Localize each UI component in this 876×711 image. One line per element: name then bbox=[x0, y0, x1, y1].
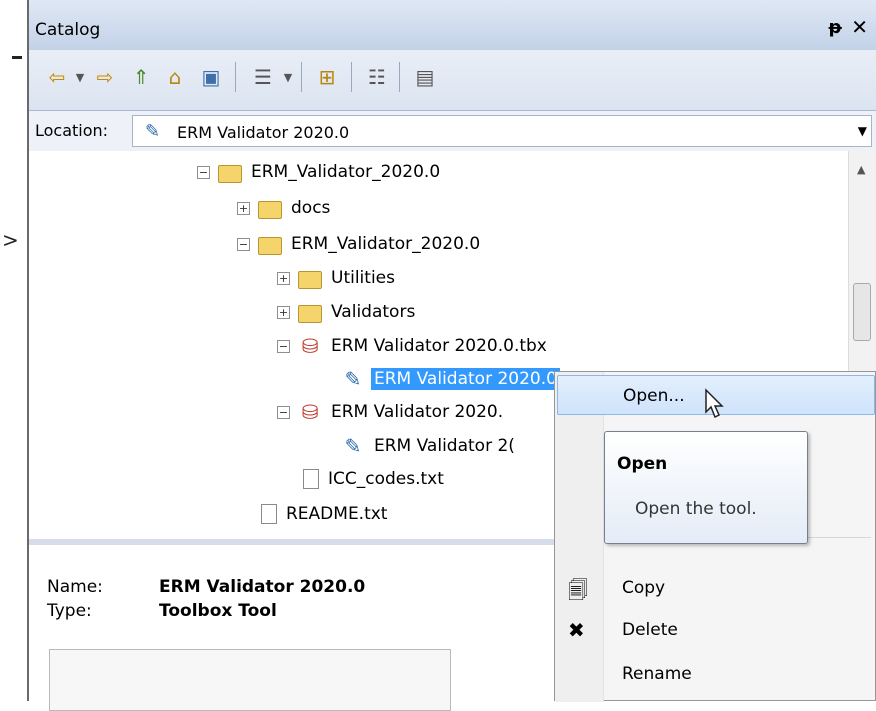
window-title: Catalog bbox=[35, 20, 101, 40]
tree-node-label: README.txt bbox=[286, 504, 388, 524]
menu-tooltip: Open Open the tool. bbox=[604, 431, 808, 544]
tree-node-label: ERM Validator 2020.0 bbox=[371, 368, 560, 390]
forward-arrow-icon[interactable]: ⇨ bbox=[91, 62, 119, 92]
new-folder-icon[interactable]: ⊞ bbox=[313, 62, 341, 92]
location-label: Location: bbox=[35, 121, 109, 140]
toolbox-icon: ⛁ bbox=[301, 400, 319, 424]
expand-icon[interactable]: + bbox=[277, 305, 290, 319]
connect-folder-icon[interactable]: ▣ bbox=[197, 62, 225, 92]
chevron-down-icon[interactable]: ▼ bbox=[858, 124, 867, 138]
expand-icon[interactable]: + bbox=[277, 271, 290, 285]
tree-node-folder[interactable]: + Utilities bbox=[277, 263, 398, 293]
tree-node-file[interactable]: ICC_codes.txt bbox=[299, 464, 447, 494]
tree-node-label: ERM Validator 2( bbox=[374, 436, 515, 456]
tree-node-label: ERM Validator 2020.0.tbx bbox=[331, 336, 547, 356]
toolbar-separator bbox=[301, 62, 302, 92]
toolbar-separator bbox=[399, 62, 400, 92]
tree-node-toolbox[interactable]: − ⛁ ERM Validator 2020.0.tbx bbox=[277, 331, 550, 361]
toolbar-separator bbox=[235, 62, 236, 92]
tree-node-tool[interactable]: ✎ ERM Validator 2020.0 bbox=[341, 364, 560, 394]
back-dropdown-icon[interactable]: ▼ bbox=[73, 62, 87, 92]
text-file-icon bbox=[261, 504, 277, 524]
tree-node-file[interactable]: README.txt bbox=[257, 499, 390, 529]
pin-icon[interactable]: ᵽ bbox=[829, 17, 842, 38]
up-folder-icon[interactable]: ⇑ bbox=[127, 62, 155, 92]
close-icon[interactable]: ✕ bbox=[851, 15, 868, 39]
menu-item-label: Open... bbox=[623, 386, 685, 406]
background-window-edge: > bbox=[0, 0, 27, 701]
expand-icon[interactable]: + bbox=[237, 201, 250, 215]
tool-icon: ✎ bbox=[344, 434, 362, 458]
preview-thumbnail bbox=[49, 649, 451, 711]
tree-node-folder[interactable]: + Validators bbox=[277, 297, 418, 327]
collapse-icon[interactable]: − bbox=[277, 405, 290, 419]
toolbar: ⇦ ▼ ⇨ ⇑ ⌂ ▣ ☰ ▼ ⊞ ☷ ▤ bbox=[29, 50, 876, 111]
tree-node-label: ICC_codes.txt bbox=[328, 469, 444, 489]
tree-node-folder[interactable]: − ERM_Validator_2020.0 bbox=[197, 157, 443, 187]
toolbox-icon: ⛁ bbox=[301, 334, 319, 358]
name-value: ERM Validator 2020.0 bbox=[159, 577, 366, 597]
tree-node-label: docs bbox=[291, 198, 331, 218]
scroll-up-icon[interactable]: ▲ bbox=[857, 163, 865, 176]
folder-icon bbox=[258, 237, 282, 255]
title-bar: Catalog ᵽ ✕ bbox=[29, 0, 876, 50]
scrollbar-thumb[interactable] bbox=[853, 283, 871, 341]
back-arrow-icon[interactable]: ⇦ bbox=[43, 62, 71, 92]
menu-icon-gutter bbox=[555, 372, 604, 702]
tree-view-icon[interactable]: ☷ bbox=[363, 62, 391, 92]
menu-item-label: Copy bbox=[622, 578, 666, 598]
view-details-icon[interactable]: ☰ bbox=[249, 62, 277, 92]
edge-mark bbox=[12, 56, 22, 59]
edge-arrow-glyph: > bbox=[2, 228, 19, 252]
tree-node-toolbox[interactable]: − ⛁ ERM Validator 2020. bbox=[277, 397, 506, 427]
view-dropdown-icon[interactable]: ▼ bbox=[281, 62, 295, 92]
tree-node-folder[interactable]: + docs bbox=[237, 193, 333, 223]
home-icon[interactable]: ⌂ bbox=[161, 62, 189, 92]
tree-node-label: ERM_Validator_2020.0 bbox=[291, 234, 481, 254]
location-bar: Location: ✎ ERM Validator 2020.0 ▼ bbox=[29, 111, 876, 152]
menu-item-copy[interactable]: 🗐 Copy bbox=[557, 568, 875, 608]
menu-item-label: Rename bbox=[622, 664, 692, 684]
collapse-icon[interactable]: − bbox=[277, 339, 290, 353]
delete-icon: ✖ bbox=[568, 618, 585, 642]
tree-node-folder[interactable]: − ERM_Validator_2020.0 bbox=[237, 229, 483, 259]
menu-item-label: Delete bbox=[622, 620, 678, 640]
tooltip-body: Open the tool. bbox=[635, 499, 757, 519]
tree-node-label: ERM Validator 2020. bbox=[331, 402, 504, 422]
list-options-icon[interactable]: ▤ bbox=[411, 62, 439, 92]
collapse-icon[interactable]: − bbox=[197, 165, 210, 179]
type-value: Toolbox Tool bbox=[159, 601, 277, 621]
folder-icon bbox=[218, 165, 242, 183]
menu-item-delete[interactable]: ✖ Delete bbox=[557, 610, 875, 650]
tree-node-tool[interactable]: ✎ ERM Validator 2( bbox=[341, 431, 518, 461]
copy-icon: 🗐 bbox=[568, 578, 588, 602]
tooltip-title: Open bbox=[617, 454, 668, 474]
tree-node-label: ERM_Validator_2020.0 bbox=[251, 162, 441, 182]
folder-icon bbox=[298, 305, 322, 323]
text-file-icon bbox=[303, 469, 319, 489]
toolbar-separator bbox=[351, 62, 352, 92]
folder-icon bbox=[298, 271, 322, 289]
mouse-cursor-icon bbox=[705, 388, 724, 419]
collapse-icon[interactable]: − bbox=[237, 237, 250, 251]
location-value: ERM Validator 2020.0 bbox=[177, 123, 350, 142]
menu-item-rename[interactable]: Rename bbox=[557, 654, 875, 694]
location-combobox[interactable]: ✎ ERM Validator 2020.0 ▼ bbox=[132, 115, 872, 147]
folder-icon bbox=[258, 201, 282, 219]
tool-icon: ✎ bbox=[344, 367, 362, 391]
tool-icon: ✎ bbox=[145, 121, 161, 142]
tree-node-label: Validators bbox=[331, 302, 416, 322]
name-key: Name: bbox=[47, 577, 103, 597]
tree-node-label: Utilities bbox=[331, 268, 395, 288]
type-key: Type: bbox=[47, 601, 92, 621]
